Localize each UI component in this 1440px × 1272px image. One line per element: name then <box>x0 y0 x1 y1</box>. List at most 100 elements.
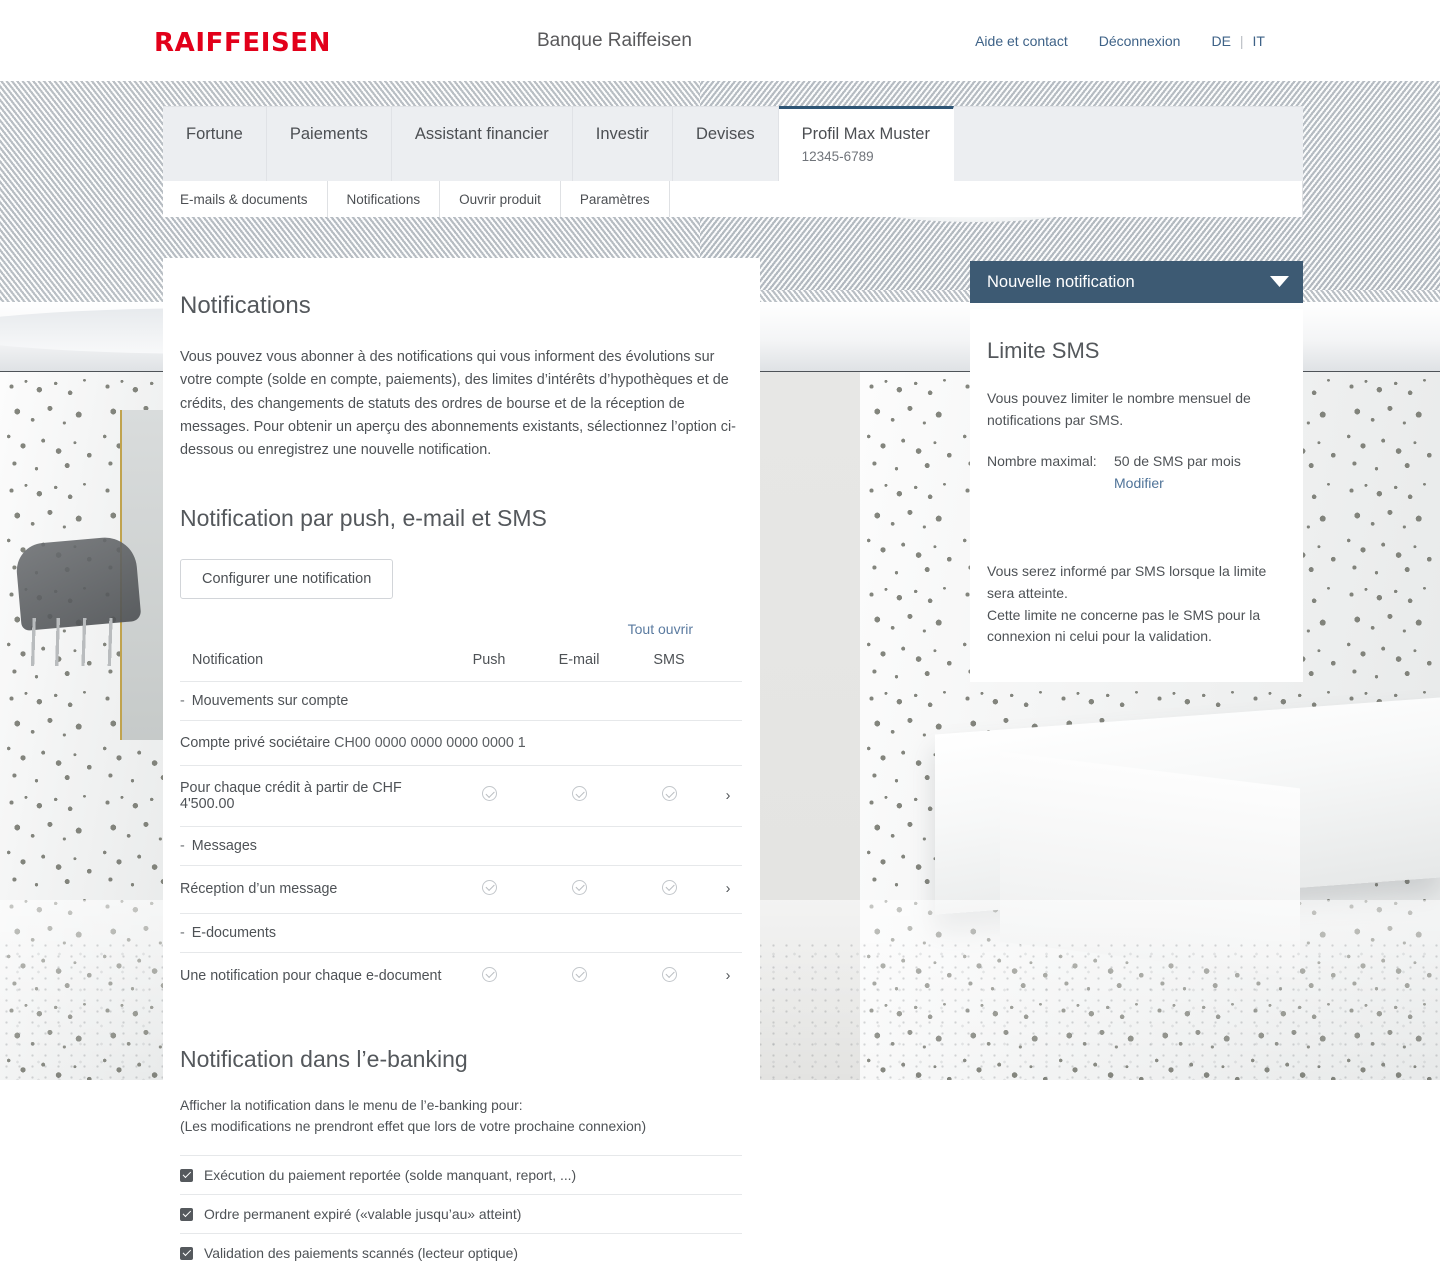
group-cell: - Messages <box>180 825 742 866</box>
group-cell: - Mouvements sur compte <box>180 680 742 721</box>
subtab-parametres[interactable]: Paramètres <box>561 181 670 217</box>
sms-cell[interactable] <box>624 764 714 827</box>
tab-label: Assistant financier <box>414 125 549 143</box>
main-content-panel: Notifications Vous pouvez vous abonner à… <box>163 258 760 1261</box>
subtab-label: Notifications <box>346 191 421 207</box>
table-header-row: Notification Push E-mail SMS <box>180 647 742 682</box>
section-title-push-email-sms: Notification par push, e-mail et SMS <box>180 504 547 531</box>
checkbox-row[interactable]: Ordre permanent expiré («valable jusqu’a… <box>180 1194 742 1233</box>
check-circle-icon <box>481 879 497 895</box>
group-cell: - E-documents <box>180 912 742 953</box>
tab-investir[interactable]: Investir <box>573 107 673 181</box>
group-label: Mouvements sur compte <box>191 692 349 709</box>
help-contact-link[interactable]: Aide et contact <box>975 33 1068 49</box>
push-cell[interactable] <box>444 864 534 914</box>
subtab-emails-documents[interactable]: E-mails & documents <box>163 181 328 217</box>
tab-bar-filler <box>954 107 1303 181</box>
table-group-row[interactable]: - E-documents <box>180 912 742 953</box>
lounge-chair <box>14 534 142 632</box>
new-notification-dropdown[interactable]: Nouvelle notification <box>970 261 1303 303</box>
ebanking-desc-line1: Afficher la notification dans le menu de… <box>180 1097 523 1113</box>
collapse-marker-icon[interactable]: - <box>180 693 185 709</box>
chevron-down-icon[interactable] <box>1255 276 1303 288</box>
section-title-ebanking: Notification dans l’e-banking <box>180 1045 468 1072</box>
ebanking-desc-line2: (Les modifications ne prendront effet qu… <box>180 1119 647 1135</box>
chevron-right-icon[interactable]: › <box>714 864 742 914</box>
sms-cell[interactable] <box>624 864 714 914</box>
table-group-row[interactable]: - Mouvements sur compte <box>180 680 742 721</box>
navigation: Fortune Paiements Assistant financier In… <box>163 106 1303 217</box>
check-circle-icon <box>571 879 587 895</box>
subtab-notifications[interactable]: Notifications <box>328 181 441 217</box>
table-row[interactable]: Pour chaque crédit à partir de CHF 4'500… <box>180 764 742 827</box>
table-group-row[interactable]: - Messages <box>180 825 742 866</box>
email-cell[interactable] <box>534 764 624 827</box>
push-cell[interactable] <box>444 951 534 1000</box>
header-email: E-mail <box>558 651 600 668</box>
lang-separator: | <box>1239 33 1244 49</box>
expand-all-link[interactable]: Tout ouvrir <box>628 621 693 637</box>
subtab-label: Paramètres <box>579 191 650 207</box>
check-circle-icon <box>661 879 677 895</box>
collapse-marker-icon[interactable]: - <box>180 838 185 854</box>
lang-it-link[interactable]: IT <box>1253 33 1265 49</box>
tab-label: Paiements <box>289 125 368 143</box>
bank-name: Banque Raiffeisen <box>537 30 692 51</box>
checkbox-row[interactable]: Validation des paiements scannés (lecteu… <box>180 1233 742 1272</box>
account-cell: Compte privé sociétaire CH00 0000 0000 0… <box>180 719 742 766</box>
check-circle-icon <box>661 966 677 982</box>
top-header: RAIFFEISEN Banque Raiffeisen Aide et con… <box>0 0 1440 81</box>
checkbox-label: Validation des paiements scannés (lecteu… <box>204 1245 519 1262</box>
checkbox-label: Ordre permanent expiré («valable jusqu’a… <box>204 1206 522 1223</box>
header-sms: SMS <box>653 651 685 668</box>
row-label: Pour chaque crédit à partir de CHF 4'500… <box>180 764 444 827</box>
check-circle-icon <box>661 786 677 802</box>
account-iban: CH00 0000 0000 0000 0000 1 <box>334 734 526 751</box>
raiffeisen-logo: RAIFFEISEN <box>154 28 332 58</box>
chevron-right-icon[interactable]: › <box>714 951 742 1000</box>
subtab-label: E-mails & documents <box>180 191 308 207</box>
tab-profil-max-muster[interactable]: Profil Max Muster 12345-6789 <box>778 106 954 181</box>
row-label: Réception d’un message <box>180 864 444 914</box>
tab-devises[interactable]: Devises <box>673 107 779 181</box>
push-cell[interactable] <box>444 764 534 827</box>
check-circle-icon <box>481 966 497 982</box>
tab-fortune[interactable]: Fortune <box>163 107 267 181</box>
expand-all-row: Tout ouvrir <box>180 621 723 639</box>
table-row[interactable]: Réception d’un message › <box>180 864 742 914</box>
table-row[interactable]: Une notification pour chaque e-document … <box>180 951 742 1000</box>
sms-max-row: Nombre maximal: 50 de SMS par mois <box>987 453 1276 469</box>
tab-assistant-financier[interactable]: Assistant financier <box>392 107 573 181</box>
check-circle-icon <box>571 786 587 802</box>
chevron-right-icon[interactable]: › <box>714 764 742 827</box>
checkbox-payment-deferred[interactable] <box>180 1168 193 1182</box>
checkbox-scanned-payment-validation[interactable] <box>180 1246 193 1260</box>
table-account-row: Compte privé sociétaire CH00 0000 0000 0… <box>180 719 742 766</box>
right-panel: Nouvelle notification Limite SMS Vous po… <box>970 261 1303 683</box>
chair-legs <box>26 618 134 666</box>
collapse-marker-icon[interactable]: - <box>180 925 185 941</box>
sms-cell[interactable] <box>624 951 714 1000</box>
lang-de-link[interactable]: DE <box>1211 33 1230 49</box>
sms-modify-link[interactable]: Modifier <box>1114 475 1276 491</box>
tab-account-number: 12345-6789 <box>801 149 874 164</box>
sms-limit-description: Vous pouvez limiter le nombre mensuel de… <box>987 390 1251 428</box>
header-links: Aide et contact Déconnexion DE | IT <box>975 33 1265 49</box>
tab-paiements[interactable]: Paiements <box>267 107 392 181</box>
configure-notification-button[interactable]: Configurer une notification <box>180 558 394 599</box>
sms-limit-card: Limite SMS Vous pouvez limiter le nombre… <box>970 309 1303 683</box>
sms-max-value: 50 de SMS par mois <box>1114 453 1241 470</box>
check-circle-icon <box>481 786 497 802</box>
new-notification-title: Nouvelle notification <box>987 272 1135 291</box>
tab-label: Fortune <box>186 125 243 143</box>
subtab-ouvrir-produit[interactable]: Ouvrir produit <box>440 181 561 217</box>
page-title: Notifications <box>180 292 311 319</box>
sms-max-label: Nombre maximal: <box>987 453 1097 470</box>
checkbox-row[interactable]: Exécution du paiement reportée (solde ma… <box>180 1155 742 1194</box>
email-cell[interactable] <box>534 864 624 914</box>
checkbox-standing-order-expired[interactable] <box>180 1207 193 1221</box>
check-circle-icon <box>571 966 587 982</box>
row-label: Une notification pour chaque e-document <box>180 951 444 1000</box>
email-cell[interactable] <box>534 951 624 1000</box>
logout-link[interactable]: Déconnexion <box>1099 33 1181 49</box>
